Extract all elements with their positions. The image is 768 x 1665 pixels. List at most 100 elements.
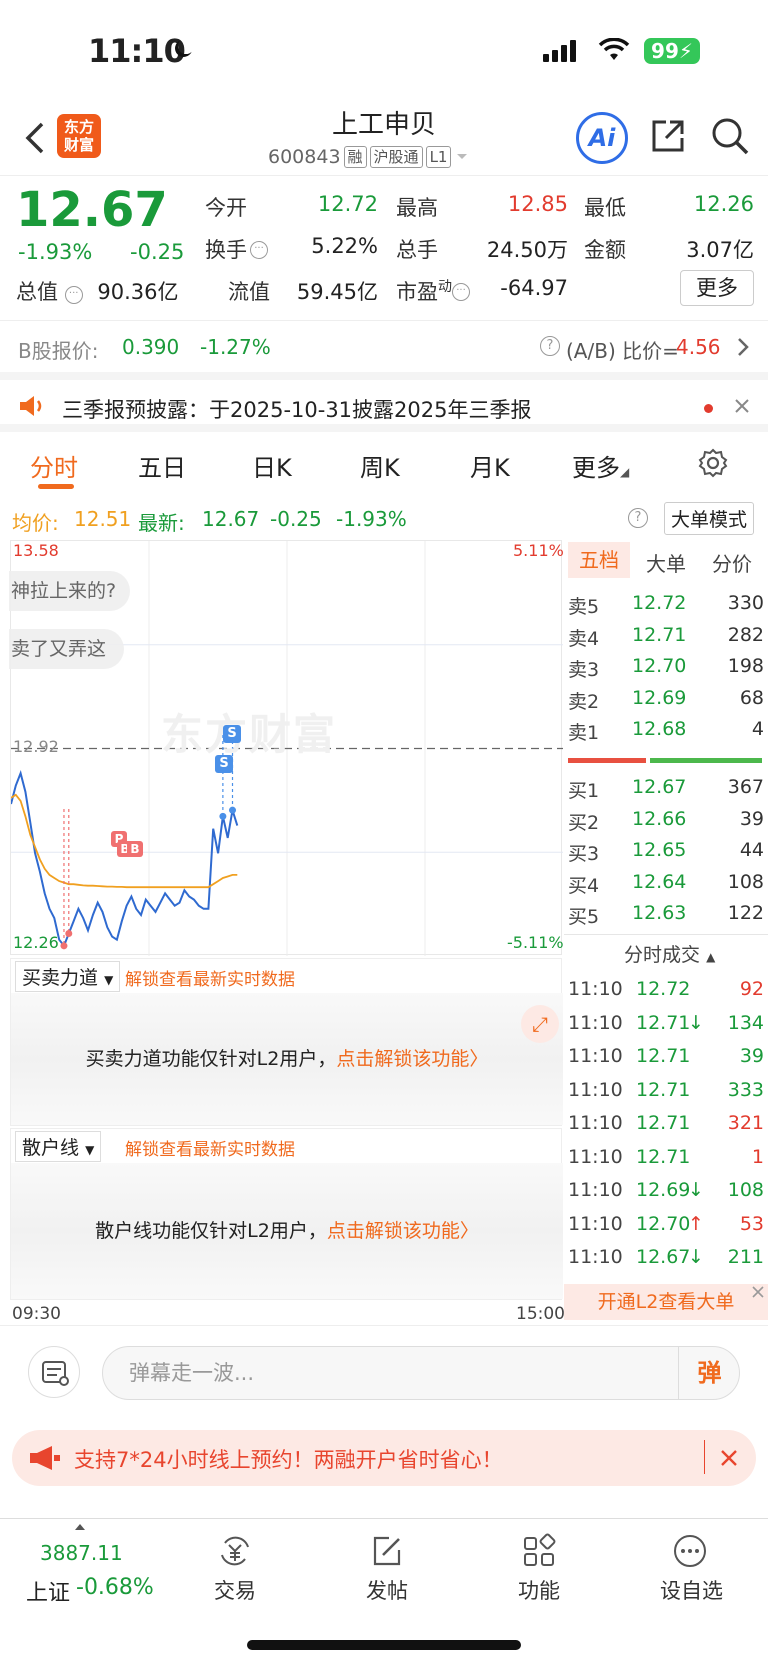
tab-intraday[interactable]: 分时 (30, 448, 78, 483)
ab-ratio-value: 4.56 (676, 335, 721, 359)
bid-price: 12.67 (632, 776, 687, 798)
buy-marker[interactable]: B (127, 841, 143, 857)
buy-sell-power-dropdown[interactable]: 买卖力道 ▼ (15, 961, 121, 992)
tab-price-distribution[interactable]: 分价 (712, 548, 752, 577)
nav-functions[interactable]: 功能 (504, 1519, 574, 1629)
chart-ref-price: 12.92 (13, 737, 59, 756)
turnover-label[interactable]: 换手 ··· (205, 234, 268, 264)
danmu-bubble: 卖了又弄这 (9, 629, 125, 669)
trade-row: 11:10 12.69 ↓ 108 (564, 1175, 764, 1208)
expand-icon[interactable]: ⤢ (521, 1005, 559, 1043)
total-value[interactable]: 总值 ··· 90.36亿 (16, 276, 179, 306)
danmu-settings-icon[interactable] (28, 1346, 80, 1398)
bid-price: 12.64 (632, 870, 687, 893)
trade-time: 11:10 (568, 1246, 623, 1268)
ask-label: 卖5 (568, 596, 600, 618)
intraday-chart[interactable]: 东方财富 13.58 5.11% 12.26 -5.11% 12.92 神拉上来… (9, 540, 564, 956)
caret-down-icon: ▼ (104, 973, 114, 987)
trade-price: 12.71 (636, 1145, 691, 1168)
b-share-row[interactable]: B股报价: 0.390 -1.27% ? (A/B) 比价= 4.56 (0, 320, 768, 370)
tab-five-day[interactable]: 五日 (138, 448, 186, 483)
pe-label[interactable]: 市盈动 ··· (396, 276, 470, 306)
trade-price: 12.72 (636, 978, 691, 1000)
settings-icon[interactable] (698, 448, 728, 478)
ask-volume: 198 (727, 655, 764, 677)
trade-row: 11:10 12.71 333 (564, 1075, 764, 1108)
watermark: 东方财富 (161, 710, 338, 759)
unread-dot (704, 404, 713, 413)
ask-price: 12.69 (632, 686, 687, 709)
nav-trade[interactable]: 交易 (200, 1519, 270, 1629)
chart-tabs: 分时 五日 日K 周K 月K 更多◢ (0, 440, 768, 496)
trade-price: 12.69 (636, 1179, 691, 1201)
chart-min-pct: -5.11% (507, 933, 564, 952)
more-button[interactable]: 更多 (680, 270, 754, 306)
more-icon (674, 1535, 706, 1567)
trade-point (60, 942, 68, 950)
info-icon[interactable]: ··· (452, 283, 470, 301)
close-icon[interactable] (720, 1449, 738, 1467)
unlock-link-text: 点击解锁该功能 (336, 1048, 470, 1070)
info-icon[interactable]: ··· (64, 286, 83, 304)
big-order-mode-button[interactable]: 大单模式 (664, 502, 755, 535)
unlock-hint[interactable]: 解锁查看最新实时数据 (125, 1135, 295, 1160)
trade-price: 12.70 (636, 1212, 691, 1235)
bid-label: 买1 (568, 780, 600, 802)
share-icon[interactable] (648, 116, 688, 156)
danmu-input[interactable]: 弹幕走一波... (102, 1346, 740, 1400)
tab-weekly-k[interactable]: 周K (360, 448, 400, 483)
nav-add-watchlist[interactable]: 设自选 (650, 1519, 730, 1629)
danmu-send-button[interactable]: 弹 (678, 1346, 740, 1400)
info-icon[interactable]: ··· (250, 241, 268, 259)
trade-time: 11:10 (568, 1078, 623, 1101)
index-ticker[interactable]: 3887.11 上证 -0.68% (0, 1519, 160, 1629)
notice-bar[interactable]: 三季报预披露：于2025-10-31披露2025年三季报 (0, 372, 768, 432)
nav-post[interactable]: 发帖 (352, 1519, 422, 1629)
unlock-link[interactable]: 点击解锁该功能〉 (327, 1220, 479, 1242)
pe-value: -64.97 (500, 276, 568, 300)
trade-point (219, 812, 227, 820)
trade-time: 11:10 (568, 1212, 623, 1235)
stock-header: 东方 财富 上工申贝 600843 融 沪股通 L1 Ai (0, 100, 768, 176)
retail-line-panel: 散户线 ▼ 解锁查看最新实时数据 散户线功能仅针对L2用户，点击解锁该功能〉 (10, 1128, 563, 1300)
promo-banner[interactable]: 支持7*24小时线上预约！两融开户省时省心！ (12, 1430, 756, 1486)
divider (564, 934, 768, 935)
tab-monthly-k[interactable]: 月K (470, 448, 510, 483)
caret-down-icon (457, 154, 468, 159)
trade-row: 11:10 12.71 39 (564, 1041, 764, 1074)
trade-row: 11:10 12.70 ↑ 53 (564, 1209, 764, 1242)
trade-volume: 211 (727, 1246, 764, 1268)
close-icon[interactable] (750, 1284, 766, 1300)
search-icon[interactable] (710, 116, 750, 156)
unlock-hint[interactable]: 解锁查看最新实时数据 (125, 965, 295, 990)
tab-more[interactable]: 更多◢ (572, 448, 629, 483)
ask-row: 卖4 12.71 282 (564, 620, 764, 653)
home-indicator (247, 1640, 521, 1650)
help-icon[interactable]: ? (540, 336, 560, 356)
ask-row: 卖1 12.68 4 (564, 714, 764, 747)
turnover-label-text: 换手 (205, 238, 247, 262)
sell-marker[interactable]: S (223, 725, 241, 743)
retail-line-dropdown[interactable]: 散户线 ▼ (15, 1131, 102, 1162)
close-icon[interactable] (734, 398, 750, 414)
sell-marker[interactable]: S (215, 755, 233, 773)
buy-sell-power-panel: 买卖力道 ▼ 解锁查看最新实时数据 买卖力道功能仅针对L2用户，点击解锁该功能〉… (10, 958, 563, 1126)
tab-daily-k[interactable]: 日K (252, 448, 292, 483)
low-label: 最低 (584, 196, 626, 220)
ask-label: 卖4 (568, 627, 600, 650)
total-value-label: 总值 (16, 280, 58, 304)
stock-subtitle[interactable]: 600843 融 沪股通 L1 (268, 146, 470, 168)
bid-label: 买2 (568, 811, 600, 834)
ai-button[interactable]: Ai (576, 112, 628, 164)
trades-title[interactable]: 分时成交 ▲ (624, 940, 715, 967)
tab-five-levels[interactable]: 五档 (568, 542, 630, 578)
ask-price: 12.71 (632, 623, 687, 646)
bid-label: 买4 (568, 874, 600, 897)
wifi-icon (598, 38, 630, 60)
l2-banner[interactable]: 开通L2查看大单 (564, 1284, 768, 1320)
unlock-link[interactable]: 点击解锁该功能〉 (336, 1048, 488, 1070)
tab-big-orders[interactable]: 大单 (646, 548, 686, 577)
high-label: 最高 (396, 196, 438, 220)
comment-bar: 弹幕走一波... 弹 (0, 1325, 768, 1415)
help-icon[interactable]: ? (628, 508, 648, 528)
